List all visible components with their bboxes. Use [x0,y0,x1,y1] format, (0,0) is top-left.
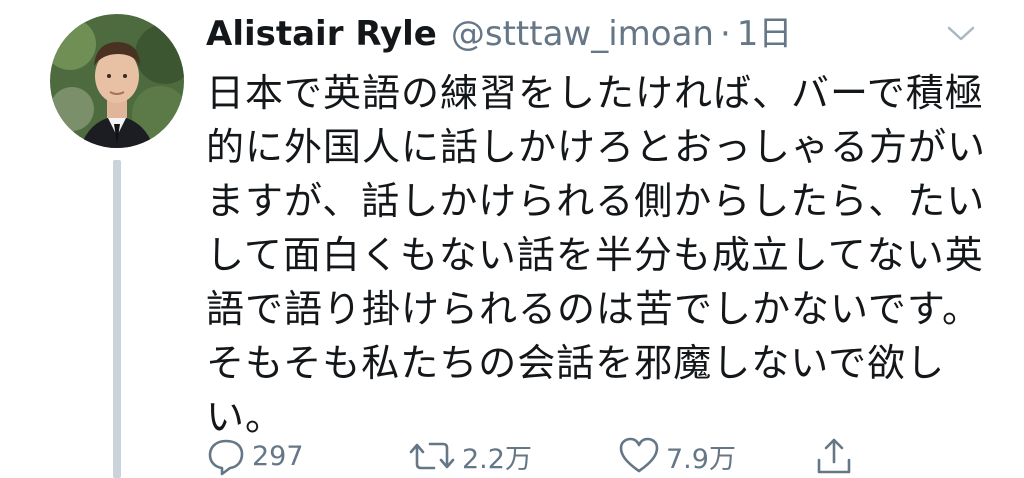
tweet-actions: 297 2.2万 7.9万 [206,434,856,478]
speech-bubble-icon [208,439,244,476]
tweet-timestamp[interactable]: 1日 [737,12,793,56]
retweet-arrows-icon [409,442,455,470]
chevron-down-icon[interactable] [946,24,976,44]
thread-line [113,160,121,478]
author-handle[interactable]: @stttaw_imoan [451,12,714,56]
tweet-text-line: 日本で英語の練習をしたければ、バーで積極 [206,71,984,115]
tweet-text-line: 的に外国人に話しかけろとおっしゃる方がい [206,125,987,169]
avatar[interactable] [50,14,184,148]
like-button[interactable]: 7.9万 [618,434,736,478]
retweet-button[interactable]: 2.2万 [408,434,532,478]
retweet-count: 2.2万 [462,443,532,475]
tweet-text-line: して面白くもない話を半分も成立してない英 [206,233,984,277]
heart-icon [619,437,659,473]
tweet-text: 日本で英語の練習をしたければ、バーで積極 的に外国人に話しかけろとおっしゃる方が… [206,66,987,444]
author-name[interactable]: Alistair Ryle [206,12,437,56]
header-separator: · [719,14,731,54]
tweet-text-line: 語で語り掛けられるのは苦でしかないです。 [206,287,982,331]
avatar-photo [50,14,184,148]
tweet-header: Alistair Ryle @stttaw_imoan · 1日 [206,12,792,56]
tweet-text-line: ますが、話しかけられる側からしたら、たい [206,179,986,223]
share-button[interactable] [814,434,860,478]
like-count: 7.9万 [666,443,736,475]
tweet-text-line: そもそも私たちの会話を邪魔しないで欲し [206,341,946,385]
reply-count: 297 [252,440,304,472]
reply-button[interactable]: 297 [206,434,304,478]
tweet-card[interactable]: Alistair Ryle @stttaw_imoan · 1日 日本で英語の練… [0,0,1024,478]
share-upload-icon [817,438,851,474]
